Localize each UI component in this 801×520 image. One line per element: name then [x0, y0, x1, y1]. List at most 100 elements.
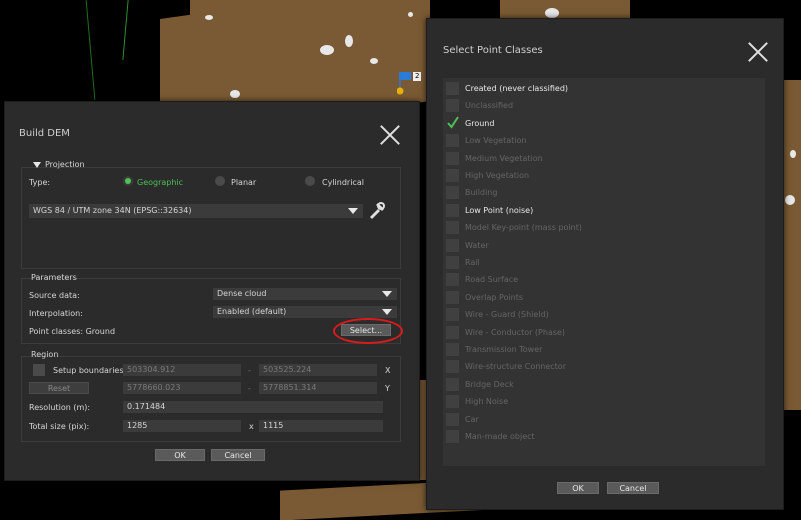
y-min-field[interactable]: 5778660.023: [123, 382, 241, 394]
point-class-item[interactable]: Wire-structure Connector: [443, 358, 765, 375]
point-class-item[interactable]: Low Vegetation: [443, 132, 765, 149]
class-checkbox[interactable]: [446, 343, 459, 356]
x-dash: -: [248, 366, 251, 375]
close-button[interactable]: [379, 124, 401, 146]
point-class-item[interactable]: Ground: [443, 115, 765, 132]
point-class-label: Rail: [465, 258, 480, 267]
point-class-item[interactable]: Created (never classified): [443, 80, 765, 97]
close-button[interactable]: [747, 41, 769, 63]
x-min-field[interactable]: 503304.912: [123, 364, 241, 376]
expand-triangle-icon[interactable]: [33, 162, 41, 168]
type-label: Type:: [29, 178, 51, 187]
chevron-down-icon: [348, 208, 358, 214]
setup-boundaries-checkbox[interactable]: [33, 364, 45, 376]
class-checkbox[interactable]: [446, 430, 459, 443]
marker-flag[interactable]: 2: [396, 70, 427, 98]
point-speck: [230, 90, 240, 98]
radio-planar-label[interactable]: Planar: [231, 178, 256, 187]
class-checkbox[interactable]: [446, 325, 459, 339]
point-speck: [545, 8, 559, 18]
class-checkbox[interactable]: [446, 169, 459, 182]
size-height-field[interactable]: 1115: [259, 420, 383, 432]
class-checkbox[interactable]: [446, 99, 459, 113]
class-checkbox[interactable]: [446, 134, 459, 148]
resolution-field[interactable]: 0.171484: [123, 401, 383, 413]
radio-cylindrical-label[interactable]: Cylindrical: [322, 178, 364, 187]
size-width-field[interactable]: 1285: [123, 420, 241, 432]
point-classes-label: Point classes: Ground: [29, 327, 116, 336]
cancel-button[interactable]: Cancel: [607, 482, 659, 494]
class-checkbox[interactable]: [446, 82, 459, 95]
source-data-select[interactable]: Dense cloud: [213, 288, 397, 300]
build-dem-dialog: Build DEM Projection Type: Geographic Pl…: [4, 101, 420, 481]
point-class-item[interactable]: Bridge Deck: [443, 376, 765, 393]
point-class-item[interactable]: Rail: [443, 254, 765, 271]
class-checkbox[interactable]: [446, 203, 459, 217]
point-class-item[interactable]: Wire - Guard (Shield): [443, 306, 765, 323]
point-speck: [320, 45, 334, 55]
interpolation-select[interactable]: Enabled (default): [213, 306, 397, 318]
dialog-title: Build DEM: [19, 128, 70, 139]
point-class-label: Car: [465, 414, 479, 424]
x-max-field[interactable]: 503525.224: [259, 364, 377, 376]
point-class-item[interactable]: Transmission Tower: [443, 341, 765, 358]
point-class-label: Bridge Deck: [465, 379, 514, 389]
point-class-label: Model Key-point (mass point): [465, 223, 582, 233]
point-class-item[interactable]: Model Key-point (mass point): [443, 219, 765, 236]
ok-button[interactable]: OK: [155, 449, 205, 461]
radio-geographic[interactable]: [123, 176, 133, 186]
class-checkbox[interactable]: [446, 256, 459, 269]
reset-button[interactable]: Reset: [29, 382, 89, 394]
point-speck: [205, 15, 213, 20]
total-size-label: Total size (pix):: [29, 422, 90, 431]
y-max-field[interactable]: 5778851.314: [259, 382, 377, 394]
point-class-item[interactable]: High Noise: [443, 393, 765, 410]
ok-button[interactable]: OK: [557, 482, 599, 494]
point-class-item[interactable]: Water: [443, 237, 765, 254]
class-checkbox[interactable]: [446, 151, 459, 165]
class-checkbox[interactable]: [446, 238, 459, 252]
interpolation-label: Interpolation:: [29, 309, 83, 318]
point-class-label: Wire - Guard (Shield): [465, 310, 549, 320]
terrain-patch: [190, 0, 430, 40]
point-class-label: Ground: [465, 118, 495, 128]
y-axis-label: Y: [385, 384, 390, 393]
class-checkbox[interactable]: [446, 186, 459, 200]
point-class-label: Unclassified: [465, 101, 514, 111]
class-checkbox[interactable]: [446, 221, 459, 235]
radio-cylindrical[interactable]: [305, 176, 315, 186]
cancel-button[interactable]: Cancel: [211, 449, 265, 461]
crs-select[interactable]: WGS 84 / UTM zone 34N (EPSG::32634): [29, 204, 363, 218]
class-checkbox[interactable]: [446, 377, 459, 391]
projection-header: Projection: [45, 160, 85, 169]
point-class-label: Low Point (noise): [465, 205, 534, 215]
class-checkbox[interactable]: [446, 412, 459, 426]
chevron-down-icon: [382, 309, 392, 315]
point-class-label: Overlap Points: [465, 292, 524, 302]
class-checkbox[interactable]: [446, 308, 459, 322]
class-checkbox[interactable]: [446, 360, 459, 374]
point-class-item[interactable]: Car: [443, 411, 765, 428]
point-class-list: Created (never classified) Unclassified Gr…: [443, 78, 765, 466]
point-class-item[interactable]: Wire - Conductor (Phase): [443, 324, 765, 341]
point-class-item[interactable]: Building: [443, 184, 765, 201]
setup-boundaries-label[interactable]: Setup boundaries:: [53, 366, 126, 375]
point-class-item[interactable]: Road Surface: [443, 271, 765, 288]
point-class-item[interactable]: Overlap Points: [443, 289, 765, 306]
interpolation-value: Enabled (default): [217, 307, 287, 316]
radio-geographic-label[interactable]: Geographic: [137, 178, 183, 187]
radio-planar[interactable]: [215, 176, 225, 186]
point-class-item[interactable]: Low Point (noise): [443, 202, 765, 219]
class-checkbox[interactable]: [446, 273, 459, 287]
y-dash: -: [248, 384, 251, 393]
point-class-item[interactable]: Man-made object: [443, 428, 765, 445]
checkmark-icon[interactable]: [447, 115, 459, 129]
point-class-item[interactable]: Medium Vegetation: [443, 150, 765, 167]
class-checkbox[interactable]: [446, 290, 459, 304]
chevron-down-icon: [382, 291, 392, 297]
point-class-label: Road Surface: [465, 275, 519, 285]
class-checkbox[interactable]: [446, 395, 459, 409]
point-class-item[interactable]: High Vegetation: [443, 167, 765, 184]
wrench-icon[interactable]: [367, 200, 387, 220]
point-class-item[interactable]: Unclassified: [443, 97, 765, 114]
